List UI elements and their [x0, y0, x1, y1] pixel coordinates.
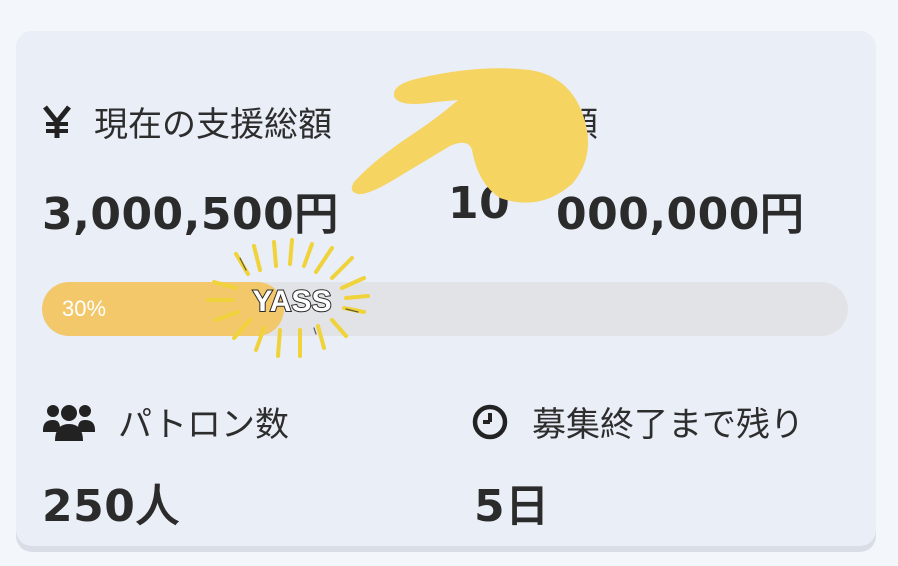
users-icon — [42, 402, 96, 442]
progress-percent-label: 30% — [62, 296, 107, 321]
patrons-label: パトロン数 — [118, 405, 290, 445]
time-left-label-row: 募集終了まで残り — [472, 397, 804, 446]
goal-value-suffix: 000,000円 — [556, 189, 805, 240]
current-total-label-row: 現在の支援総額 — [42, 97, 332, 146]
current-total-label: 現在の支援総額 — [94, 105, 332, 145]
patrons-label-row: パトロン数 — [42, 397, 289, 446]
goal-label: 額 — [564, 105, 598, 145]
time-left-value: 5日 — [474, 481, 550, 532]
patrons-value: 250人 — [42, 481, 180, 532]
funding-progress-bar: 30% — [42, 282, 848, 336]
goal-value-prefix: 10 — [448, 178, 511, 229]
clock-icon — [472, 404, 508, 440]
page: 現在の支援総額 3,000,500円 額 10 000,000円 パトロン数 2… — [0, 0, 898, 566]
goal-label-row: 額 — [564, 97, 598, 146]
current-total-value: 3,000,500円 — [42, 189, 339, 240]
time-left-label: 募集終了まで残り — [532, 405, 804, 445]
yen-icon — [42, 104, 72, 139]
